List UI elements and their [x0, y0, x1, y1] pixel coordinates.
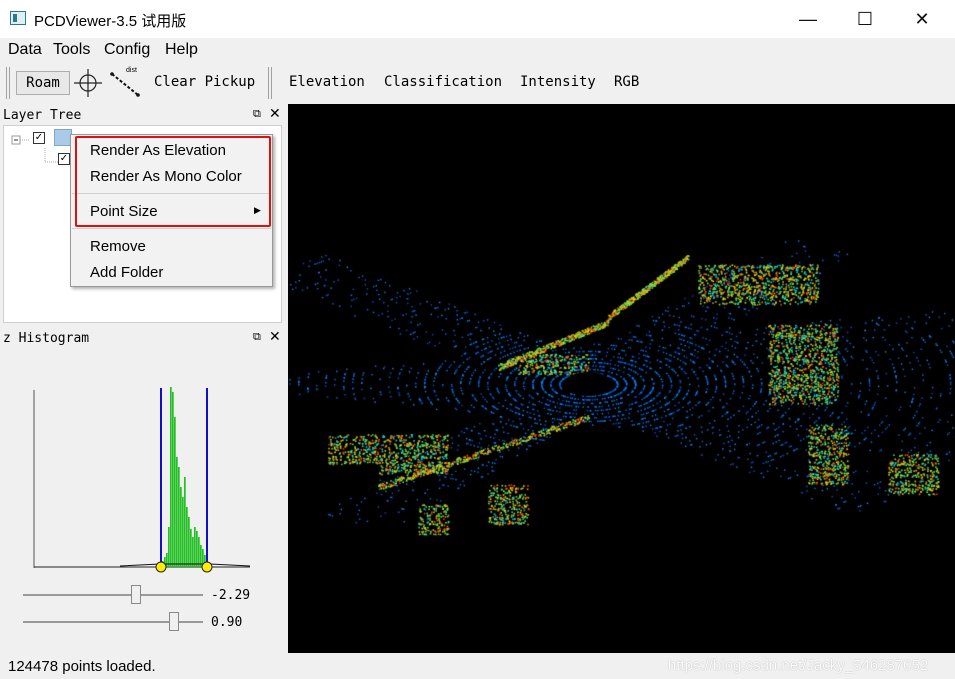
- histogram-bar: [182, 497, 184, 567]
- title-bar: PCDViewer-3.5 试用版 — ☐ ✕: [0, 0, 955, 38]
- min-slider-handle[interactable]: [131, 585, 142, 604]
- histogram-bar: [170, 387, 172, 567]
- histogram-bar: [168, 527, 170, 567]
- menu-separator: [72, 228, 271, 229]
- roam-button[interactable]: Roam: [16, 71, 70, 95]
- toolbar-grip[interactable]: [6, 67, 10, 99]
- crosshair-icon[interactable]: [72, 68, 104, 98]
- histogram-bar: [186, 507, 188, 567]
- minimize-button[interactable]: —: [785, 0, 831, 38]
- intensity-button[interactable]: Intensity: [520, 74, 596, 90]
- maximize-icon: ☐: [856, 8, 874, 29]
- histogram-title: z Histogram: [3, 331, 90, 346]
- histogram-bar: [174, 417, 176, 567]
- maximize-button[interactable]: ☐: [842, 0, 888, 38]
- max-slider-handle[interactable]: [169, 612, 180, 631]
- min-slider[interactable]: [23, 585, 203, 604]
- checkbox-icon[interactable]: ✓: [58, 153, 70, 165]
- watermark: https://blog.csdn.net/Jacky_546287052: [668, 657, 929, 674]
- close-icon[interactable]: ✕: [269, 328, 281, 345]
- clear-pickup-button[interactable]: Clear Pickup: [154, 74, 255, 90]
- app-icon: [10, 11, 26, 25]
- status-text: 124478 points loaded.: [8, 658, 156, 675]
- histogram-header: z Histogram ⧉ ✕: [0, 328, 286, 348]
- distance-label: dist: [126, 67, 137, 74]
- histogram-bar: [190, 529, 192, 567]
- menu-data[interactable]: Data: [8, 41, 42, 59]
- max-range-handle: [201, 561, 213, 573]
- rgb-button[interactable]: RGB: [614, 74, 639, 90]
- histogram-bar: [178, 467, 180, 567]
- layer-tree-header: Layer Tree ⧉ ✕: [0, 105, 286, 125]
- menu-config[interactable]: Config: [104, 41, 150, 59]
- distance-button[interactable]: dist: [109, 67, 141, 98]
- histogram-panel: -2.29 0.90: [0, 348, 286, 653]
- menu-tools[interactable]: Tools: [53, 41, 90, 59]
- max-slider[interactable]: [23, 612, 203, 631]
- status-bar: 124478 points loaded. https://blog.csdn.…: [0, 653, 955, 679]
- remove-item[interactable]: Remove: [90, 238, 146, 255]
- histogram-bar: [166, 553, 168, 567]
- histogram-bar: [196, 531, 198, 567]
- close-icon: ✕: [914, 8, 930, 29]
- point-cloud-canvas[interactable]: [288, 104, 955, 653]
- histogram-bar: [180, 487, 182, 567]
- highlight-box: [75, 136, 271, 227]
- toolbar-grip-2[interactable]: [268, 67, 272, 99]
- add-folder-item[interactable]: Add Folder: [90, 264, 163, 281]
- menu-help[interactable]: Help: [165, 41, 198, 59]
- close-icon[interactable]: ✕: [269, 105, 281, 122]
- layer-tree-title: Layer Tree: [3, 108, 82, 123]
- close-button[interactable]: ✕: [899, 0, 945, 38]
- histogram-bar: [184, 477, 186, 567]
- max-value: 0.90: [211, 615, 243, 630]
- toolbar: Roam dist Clear Pickup Elevation Classif…: [0, 62, 955, 104]
- window-title: PCDViewer-3.5 试用版: [34, 13, 187, 30]
- histogram-bar: [172, 392, 174, 567]
- float-icon[interactable]: ⧉: [253, 331, 261, 344]
- min-range-handle: [155, 561, 167, 573]
- classification-button[interactable]: Classification: [384, 74, 502, 90]
- checkbox-icon[interactable]: ✓: [33, 132, 45, 144]
- histogram-bar: [198, 537, 200, 567]
- histogram-bar: [188, 517, 190, 567]
- elevation-button[interactable]: Elevation: [289, 74, 365, 90]
- point-cloud-viewport[interactable]: [288, 104, 955, 653]
- menu-bar: Data Tools Config Help: [0, 38, 955, 62]
- float-icon[interactable]: ⧉: [253, 108, 261, 121]
- histogram-bar: [194, 527, 196, 567]
- min-value: -2.29: [211, 588, 251, 603]
- histogram-chart: [33, 387, 251, 573]
- histogram-bar: [176, 457, 178, 567]
- histogram-bar: [192, 537, 194, 567]
- minimize-icon: —: [799, 8, 817, 29]
